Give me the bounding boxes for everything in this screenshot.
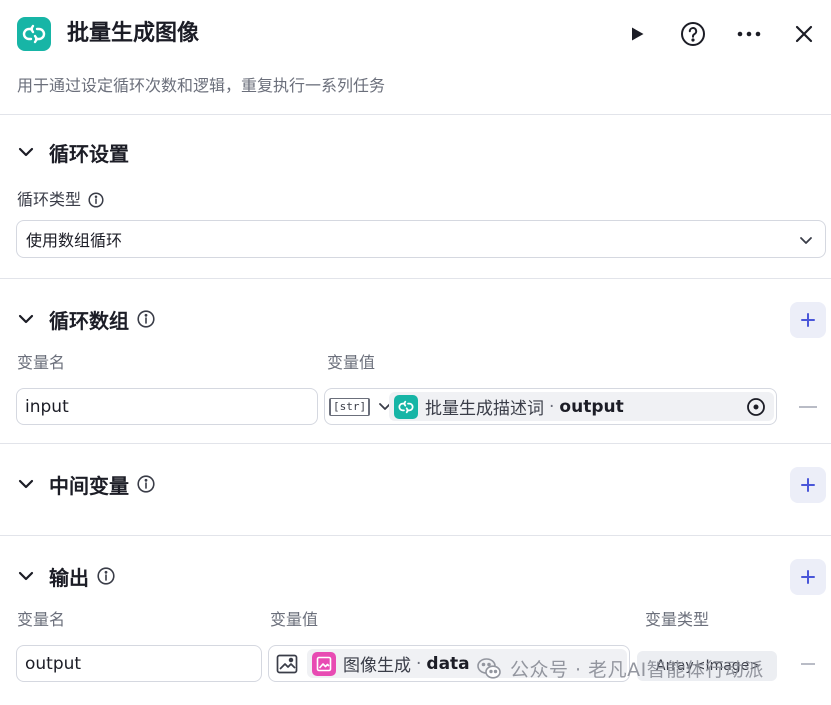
var-name-value: input — [25, 396, 69, 417]
divider — [0, 114, 831, 115]
section-label: 循环数组 — [49, 308, 129, 333]
play-icon[interactable] — [621, 18, 653, 50]
node-description: 用于通过设定循环次数和逻辑，重复执行一系列任务 — [17, 76, 386, 95]
info-icon[interactable] — [97, 567, 115, 585]
add-array-item-button[interactable] — [790, 302, 826, 338]
section-label: 中间变量 — [49, 473, 129, 498]
section-loop-settings[interactable]: 循环设置 — [17, 137, 129, 167]
info-icon[interactable] — [137, 310, 155, 328]
chevron-down-icon[interactable] — [17, 567, 35, 585]
type-selector[interactable] — [269, 646, 298, 681]
add-output-button[interactable] — [790, 559, 826, 595]
column-header-value: 变量值 — [327, 353, 376, 372]
image-generate-icon — [312, 651, 336, 676]
column-header-type: 变量类型 — [645, 610, 710, 629]
ref-node-name: 批量生成描述词 — [425, 399, 544, 419]
remove-row-button[interactable] — [801, 663, 815, 665]
chevron-down-icon[interactable] — [17, 310, 35, 328]
chevron-down-icon[interactable] — [17, 475, 35, 493]
loop-type-label-text: 循环类型 — [17, 190, 82, 209]
target-icon[interactable] — [746, 397, 766, 417]
close-icon[interactable] — [788, 18, 820, 50]
section-output[interactable]: 输出 — [17, 561, 115, 591]
section-intermediate-variables[interactable]: 中间变量 — [17, 469, 155, 499]
divider — [0, 278, 831, 279]
ref-variable-name: data — [426, 653, 470, 674]
more-icon[interactable] — [733, 18, 765, 50]
ref-separator: · — [416, 653, 422, 674]
array-var-value-field[interactable]: [str] 批量生成描述词 · output — [324, 388, 777, 425]
ref-separator: · — [549, 396, 555, 417]
divider — [0, 443, 831, 444]
watermark: 公众号 · 老凡AI智能体行动派 — [476, 655, 764, 682]
watermark-text: 公众号 · 老凡AI智能体行动派 — [510, 659, 764, 681]
column-header-name: 变量名 — [17, 353, 66, 372]
section-label: 循环设置 — [49, 141, 129, 166]
loop-icon — [394, 394, 418, 419]
str-type-icon: [str] — [329, 397, 371, 416]
ref-node-name: 图像生成 — [343, 656, 411, 676]
column-header-value: 变量值 — [270, 610, 319, 629]
loop-type-select[interactable]: 使用数组循环 — [16, 220, 826, 258]
chevron-down-icon — [799, 232, 813, 246]
type-selector[interactable]: [str] — [325, 389, 392, 424]
column-header-name: 变量名 — [17, 610, 66, 629]
loop-type-label: 循环类型 — [17, 189, 105, 211]
loop-type-value: 使用数组循环 — [26, 231, 123, 250]
info-icon[interactable] — [87, 191, 105, 209]
variable-reference-chip[interactable]: 批量生成描述词 · output — [389, 392, 774, 421]
wechat-icon — [477, 657, 501, 679]
image-type-icon — [276, 654, 298, 673]
ref-variable-name: output — [559, 396, 624, 417]
array-var-name-input[interactable]: input — [16, 388, 318, 425]
loop-icon — [17, 17, 51, 51]
node-title[interactable]: 批量生成图像 — [67, 18, 199, 50]
remove-row-button[interactable] — [799, 406, 817, 408]
chevron-down-icon[interactable] — [17, 143, 35, 161]
node-header: 批量生成图像 — [0, 0, 831, 68]
output-var-name-input[interactable]: output — [16, 645, 262, 682]
add-intermediate-variable-button[interactable] — [790, 467, 826, 503]
divider — [0, 535, 831, 536]
section-loop-array[interactable]: 循环数组 — [17, 304, 155, 334]
info-icon[interactable] — [137, 475, 155, 493]
section-label: 输出 — [49, 565, 89, 590]
var-name-value: output — [25, 653, 82, 674]
help-icon[interactable] — [677, 18, 709, 50]
